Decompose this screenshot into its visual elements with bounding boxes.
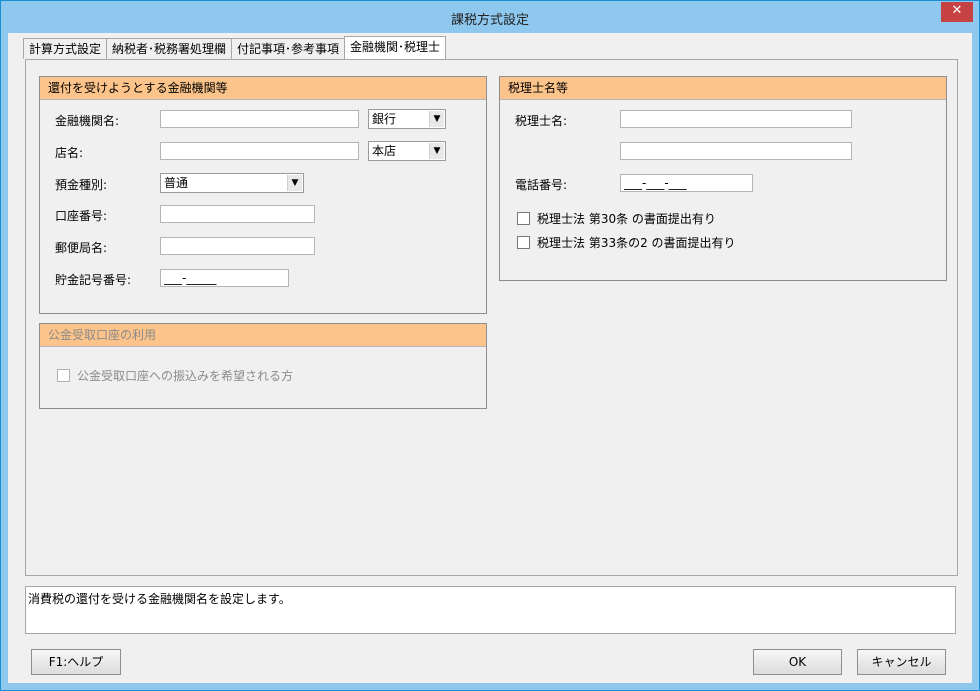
bank-type-select[interactable]: 銀行 ▼ xyxy=(368,109,446,129)
title-bar[interactable]: 課税方式設定 ✕ xyxy=(1,1,979,33)
article30-checkbox-label: 税理士法 第30条 の書面提出有り xyxy=(537,212,716,226)
chevron-down-icon[interactable]: ▼ xyxy=(429,111,444,127)
status-message: 消費税の還付を受ける金融機関名を設定します。 xyxy=(25,586,956,634)
chevron-down-icon[interactable]: ▼ xyxy=(429,143,444,159)
branch-type-select[interactable]: 本店 ▼ xyxy=(368,141,446,161)
savings-number-input[interactable] xyxy=(160,269,289,287)
post-office-label: 郵便局名: xyxy=(55,241,108,255)
article33-checkbox[interactable]: 税理士法 第33条の2 の書面提出有り xyxy=(517,234,736,251)
public-fund-checkbox-label: 公金受取口座への振込みを希望される方 xyxy=(77,369,294,383)
phone-input[interactable] xyxy=(620,174,753,192)
window-title: 課税方式設定 xyxy=(450,13,529,28)
post-office-input[interactable] xyxy=(160,237,315,255)
cancel-button[interactable]: キャンセル xyxy=(857,649,946,675)
bank-name-label: 金融機関名: xyxy=(55,114,120,128)
bank-type-value: 銀行 xyxy=(372,112,397,126)
checkbox-box[interactable] xyxy=(517,212,530,225)
tab-page-financial: 還付を受けようとする金融機関等 金融機関名: 銀行 ▼ 店名: 本店 ▼ 預金種… xyxy=(25,59,958,576)
checkbox-box[interactable] xyxy=(57,369,70,382)
phone-label: 電話番号: xyxy=(515,178,568,192)
chevron-down-icon[interactable]: ▼ xyxy=(287,175,302,191)
tab-taxpayer-office[interactable]: 納税者･税務署処理欄 xyxy=(106,38,233,59)
ok-button[interactable]: OK xyxy=(753,649,842,675)
close-icon[interactable]: ✕ xyxy=(941,2,973,22)
accountant-name-input-2[interactable] xyxy=(620,142,852,160)
help-button[interactable]: F1:ヘルプ xyxy=(31,649,121,675)
article33-checkbox-label: 税理士法 第33条の2 の書面提出有り xyxy=(537,236,736,250)
tab-financial-accountant[interactable]: 金融機関･税理士 xyxy=(344,36,447,59)
public-fund-group: 公金受取口座の利用 公金受取口座への振込みを希望される方 xyxy=(39,323,487,409)
tax-accountant-group: 税理士名等 税理士名: 電話番号: 税理士法 第30条 の書面提出有り 税理士法… xyxy=(499,76,947,281)
tab-calculation-method[interactable]: 計算方式設定 xyxy=(23,38,108,59)
group-title: 公金受取口座の利用 xyxy=(40,324,486,347)
tab-strip: 計算方式設定 納税者･税務署処理欄 付記事項･参考事項 金融機関･税理士 xyxy=(23,36,447,60)
accountant-name-label: 税理士名: xyxy=(515,114,568,128)
accountant-name-input[interactable] xyxy=(620,110,852,128)
group-title: 還付を受けようとする金融機関等 xyxy=(40,77,486,100)
refund-institution-group: 還付を受けようとする金融機関等 金融機関名: 銀行 ▼ 店名: 本店 ▼ 預金種… xyxy=(39,76,487,314)
deposit-type-value: 普通 xyxy=(164,176,189,190)
public-fund-checkbox[interactable]: 公金受取口座への振込みを希望される方 xyxy=(57,367,293,384)
article30-checkbox[interactable]: 税理士法 第30条 の書面提出有り xyxy=(517,210,716,227)
branch-input[interactable] xyxy=(160,142,359,160)
tab-notes-reference[interactable]: 付記事項･参考事項 xyxy=(231,38,346,59)
savings-number-label: 貯金記号番号: xyxy=(55,273,132,287)
deposit-type-select[interactable]: 普通 ▼ xyxy=(160,173,304,193)
account-number-input[interactable] xyxy=(160,205,315,223)
bank-name-input[interactable] xyxy=(160,110,359,128)
account-number-label: 口座番号: xyxy=(55,209,108,223)
checkbox-box[interactable] xyxy=(517,236,530,249)
deposit-type-label: 預金種別: xyxy=(55,178,108,192)
branch-type-value: 本店 xyxy=(372,144,397,158)
branch-label: 店名: xyxy=(55,146,84,160)
group-title: 税理士名等 xyxy=(500,77,946,100)
